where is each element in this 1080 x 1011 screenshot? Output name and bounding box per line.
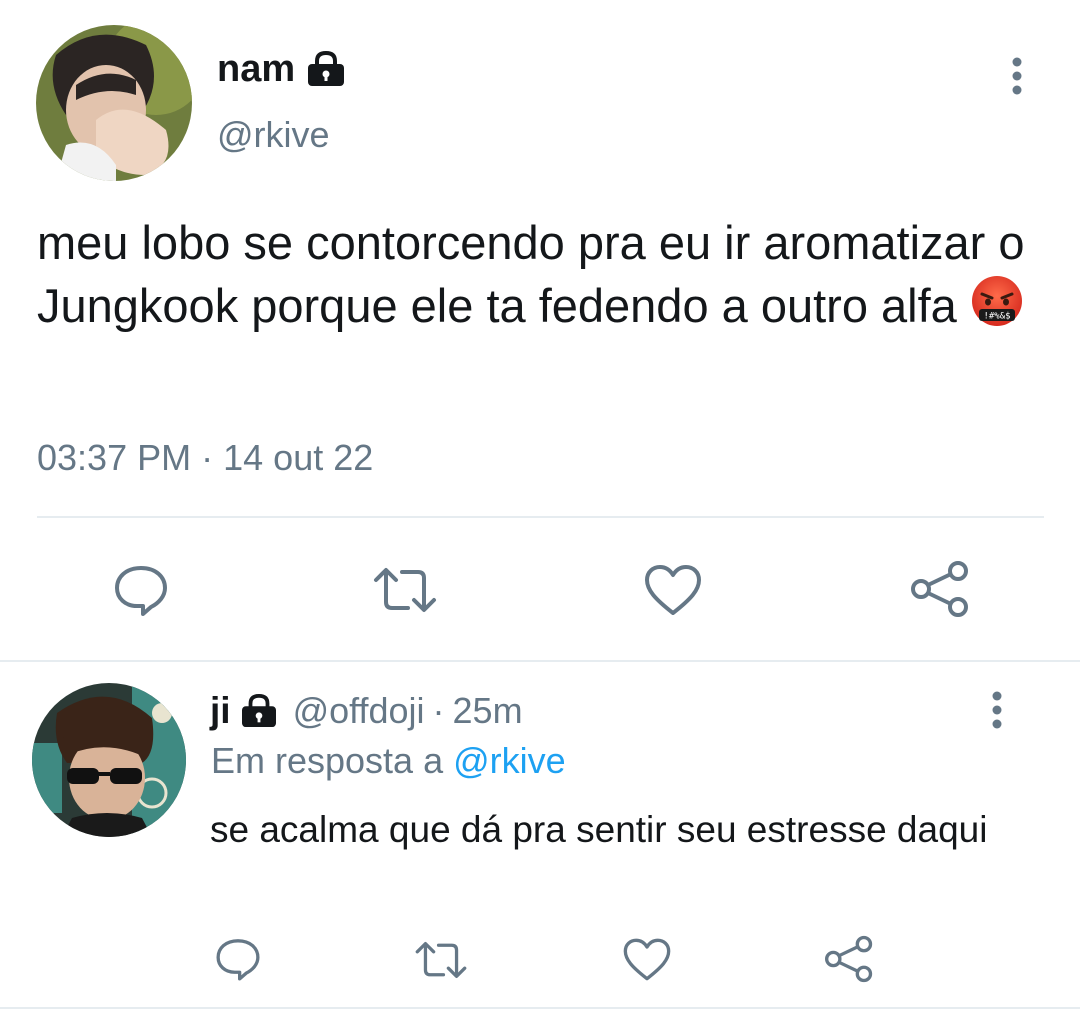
reply-age[interactable]: 25m [453, 692, 523, 729]
tweet-date: 14 out 22 [223, 437, 374, 478]
reply-context: Em resposta a @rkive [211, 743, 566, 779]
avatar-ji[interactable] [32, 683, 186, 837]
section-divider [0, 660, 1080, 662]
reply-icon[interactable] [112, 563, 170, 617]
reply-text: se acalma que dá pra sentir seu estresse… [210, 809, 988, 850]
reply-mention-link[interactable]: @rkive [453, 740, 566, 781]
like-icon[interactable] [643, 563, 703, 617]
divider [37, 516, 1044, 518]
author-display-name[interactable]: nam [217, 50, 295, 88]
like-icon[interactable] [622, 937, 672, 982]
share-icon[interactable] [910, 560, 970, 618]
more-vertical-icon[interactable] [984, 690, 1010, 730]
tweet-text: meu lobo se contorcendo pra eu ir aromat… [37, 212, 1037, 337]
lock-icon [305, 51, 347, 87]
retweet-icon[interactable] [372, 566, 438, 614]
tweet-timestamp[interactable]: 03:37 PM · 14 out 22 [37, 440, 373, 476]
tweet-time: 03:37 PM [37, 437, 192, 478]
share-icon[interactable] [824, 935, 874, 983]
svg-text:!#%&$: !#%&$ [983, 312, 1010, 322]
reply-context-prefix: Em resposta a [211, 740, 444, 781]
timestamp-separator: · [201, 437, 214, 478]
retweet-icon[interactable] [414, 940, 468, 980]
tweet-text-content: meu lobo se contorcendo pra eu ir aromat… [37, 216, 1025, 332]
bottom-divider [0, 1007, 1080, 1009]
face-with-symbols-on-mouth-icon: !#%&$ [970, 274, 1024, 328]
avatar-nam[interactable] [36, 25, 192, 181]
reply-author-display-name[interactable]: ji [210, 692, 231, 729]
reply-meta-separator: · [432, 689, 445, 731]
lock-icon [239, 693, 279, 728]
author-handle[interactable]: @rkive [217, 117, 330, 153]
reply-icon[interactable] [214, 936, 262, 982]
more-vertical-icon[interactable] [1004, 56, 1030, 96]
reply-author-handle[interactable]: @offdoji [293, 692, 425, 729]
